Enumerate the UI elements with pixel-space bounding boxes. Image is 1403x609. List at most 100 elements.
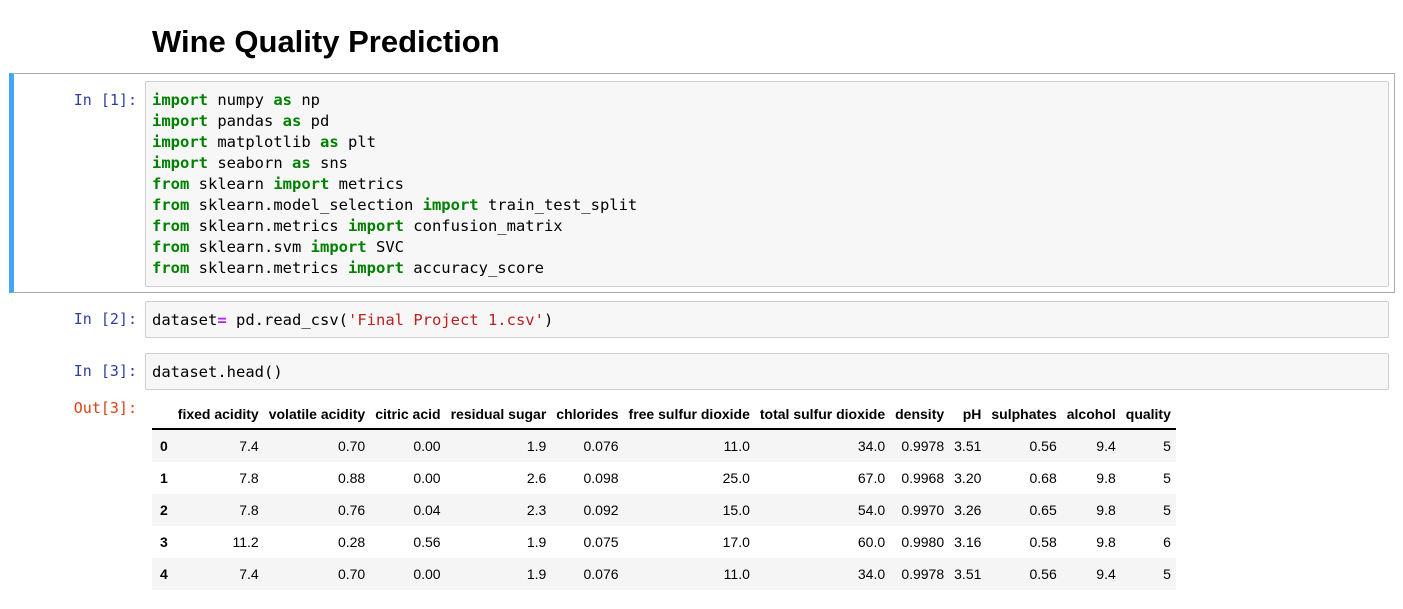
table-cell: 2.3 bbox=[526, 502, 547, 518]
code-token: plt bbox=[338, 133, 376, 151]
row-index: 3 bbox=[160, 534, 168, 550]
code-token: matplotlib bbox=[208, 133, 320, 151]
cell-3-prompt: In [3]: bbox=[73, 362, 137, 380]
table-row: 0 7.4 0.70 0.00 1.9 0.076 11.0 34.0 0.9978 3.51 0.… bbox=[152, 429, 1176, 462]
column-header: fixed acidity bbox=[172, 399, 264, 430]
code-token: 'Final Project 1.csv' bbox=[348, 311, 544, 329]
table-cell: 11.0 bbox=[723, 566, 750, 582]
table-cell: 34.0 bbox=[857, 566, 886, 582]
table-cell: 5 bbox=[1163, 566, 1171, 582]
table-cell: 3.26 bbox=[954, 502, 982, 518]
table-cell: 9.8 bbox=[1096, 534, 1116, 550]
table-cell: 0.76 bbox=[337, 502, 366, 518]
column-header: volatile acidity bbox=[263, 399, 371, 430]
column-header: citric acid bbox=[370, 399, 446, 430]
table-cell: 3.51 bbox=[954, 566, 982, 582]
code-token: from bbox=[152, 196, 190, 214]
table-cell: 34.0 bbox=[857, 438, 886, 454]
table-cell: 0.9978 bbox=[901, 566, 945, 582]
code-token: from bbox=[152, 175, 190, 193]
table-cell: 6 bbox=[1163, 534, 1171, 550]
code-token: = bbox=[217, 311, 227, 329]
code-token: pandas bbox=[208, 112, 283, 130]
code-token: sklearn bbox=[189, 175, 274, 193]
column-header: chlorides bbox=[551, 399, 624, 430]
table-cell: 0.9978 bbox=[901, 438, 945, 454]
table-cell: 17.0 bbox=[722, 534, 750, 550]
table-cell: 0.56 bbox=[1029, 438, 1057, 454]
code-cell-1[interactable]: In [1]: import numpy as np import pandas… bbox=[9, 73, 1395, 293]
code-token: seaborn bbox=[208, 154, 292, 172]
table-cell: 0.9968 bbox=[901, 470, 945, 486]
column-header: alcohol bbox=[1061, 399, 1121, 430]
table-cell: 11.0 bbox=[723, 438, 750, 454]
table-cell: 5 bbox=[1163, 438, 1171, 454]
code-token: import bbox=[347, 259, 404, 277]
table-cell: 9.4 bbox=[1096, 438, 1116, 454]
row-index: 2 bbox=[160, 502, 168, 518]
column-header bbox=[152, 399, 173, 430]
code-token: sklearn.metrics bbox=[189, 217, 348, 235]
table-cell: 0.04 bbox=[413, 502, 441, 518]
code-cell-2[interactable]: In [2]: dataset= pd.read_csv('Final Proj… bbox=[9, 300, 1395, 340]
cell-3-code: dataset.head() bbox=[146, 362, 1388, 383]
table-cell: 0.70 bbox=[337, 438, 366, 454]
table-cell: 7.8 bbox=[239, 502, 259, 518]
column-header: residual sugar bbox=[445, 399, 552, 430]
cell-1-input[interactable]: import numpy as np import pandas as pd i… bbox=[145, 81, 1389, 287]
table-cell: 0.65 bbox=[1029, 502, 1057, 518]
table-row: 4 7.4 0.70 0.00 1.9 0.076 11.0 34.0 0.9978 3.51 0.… bbox=[152, 558, 1176, 590]
table-cell: 15.0 bbox=[722, 502, 750, 518]
column-header: density bbox=[890, 399, 950, 430]
column-header: free sulfur dioxide bbox=[623, 399, 755, 430]
table-cell: 0.00 bbox=[413, 470, 441, 486]
code-token: numpy bbox=[208, 91, 274, 109]
code-token: import bbox=[152, 133, 208, 151]
code-token: as bbox=[319, 133, 339, 151]
table-cell: 3.51 bbox=[954, 438, 982, 454]
table-cell: 0.00 bbox=[413, 438, 441, 454]
code-token: accuracy_score bbox=[403, 259, 544, 277]
code-token: as bbox=[273, 91, 292, 109]
code-token: sklearn.model_selection bbox=[189, 196, 423, 214]
table-cell: 0.098 bbox=[583, 470, 619, 486]
table-cell: 0.9980 bbox=[901, 534, 945, 550]
table-cell: 11.2 bbox=[232, 534, 259, 550]
code-token: from bbox=[152, 217, 190, 235]
column-header: total sulfur dioxide bbox=[754, 399, 891, 430]
code-token: import bbox=[152, 154, 208, 172]
cell-3-output-prompt: Out[3]: bbox=[73, 399, 137, 417]
code-token: as bbox=[282, 112, 302, 130]
table-cell: 0.56 bbox=[1029, 566, 1057, 582]
code-token: as bbox=[292, 154, 311, 172]
code-token: np bbox=[292, 91, 320, 109]
code-cell-3[interactable]: In [3]: dataset.head() bbox=[9, 352, 1395, 392]
row-index: 0 bbox=[160, 438, 168, 454]
cell-1-code: import numpy as np import pandas as pd i… bbox=[146, 90, 1388, 279]
dataframe-body: 0 7.4 0.70 0.00 1.9 0.076 11.0 34.0 0.9978 3.51 0.… bbox=[152, 429, 1176, 590]
cell-1-prompt: In [1]: bbox=[73, 91, 137, 109]
cell-2-input[interactable]: dataset= pd.read_csv('Final Project 1.cs… bbox=[145, 301, 1389, 338]
code-token: pd.read_csv( bbox=[226, 311, 348, 329]
dataframe-header: fixed acidity volatile acidity citric acid… bbox=[152, 399, 1176, 430]
code-token: sklearn.metrics bbox=[189, 259, 348, 277]
table-cell: 2.6 bbox=[526, 470, 547, 486]
cell-2-prompt: In [2]: bbox=[73, 310, 137, 328]
cell-3-input[interactable]: dataset.head() bbox=[145, 353, 1389, 390]
table-cell: 9.8 bbox=[1096, 470, 1116, 486]
code-token: import bbox=[310, 238, 367, 256]
code-token: import bbox=[422, 196, 479, 214]
table-cell: 0.56 bbox=[413, 534, 441, 550]
table-cell: 5 bbox=[1163, 502, 1171, 518]
code-token: metrics bbox=[329, 175, 404, 193]
row-index: 4 bbox=[160, 566, 168, 582]
code-token: from bbox=[152, 238, 190, 256]
table-cell: 9.4 bbox=[1096, 566, 1116, 582]
code-token: sns bbox=[310, 154, 348, 172]
code-token: confusion_matrix bbox=[403, 217, 563, 235]
table-cell: 25.0 bbox=[722, 470, 750, 486]
notebook-title: Wine Quality Prediction bbox=[152, 24, 500, 59]
code-token: dataset bbox=[152, 311, 218, 329]
code-token: ) bbox=[543, 311, 554, 329]
code-token: pd bbox=[301, 112, 330, 130]
